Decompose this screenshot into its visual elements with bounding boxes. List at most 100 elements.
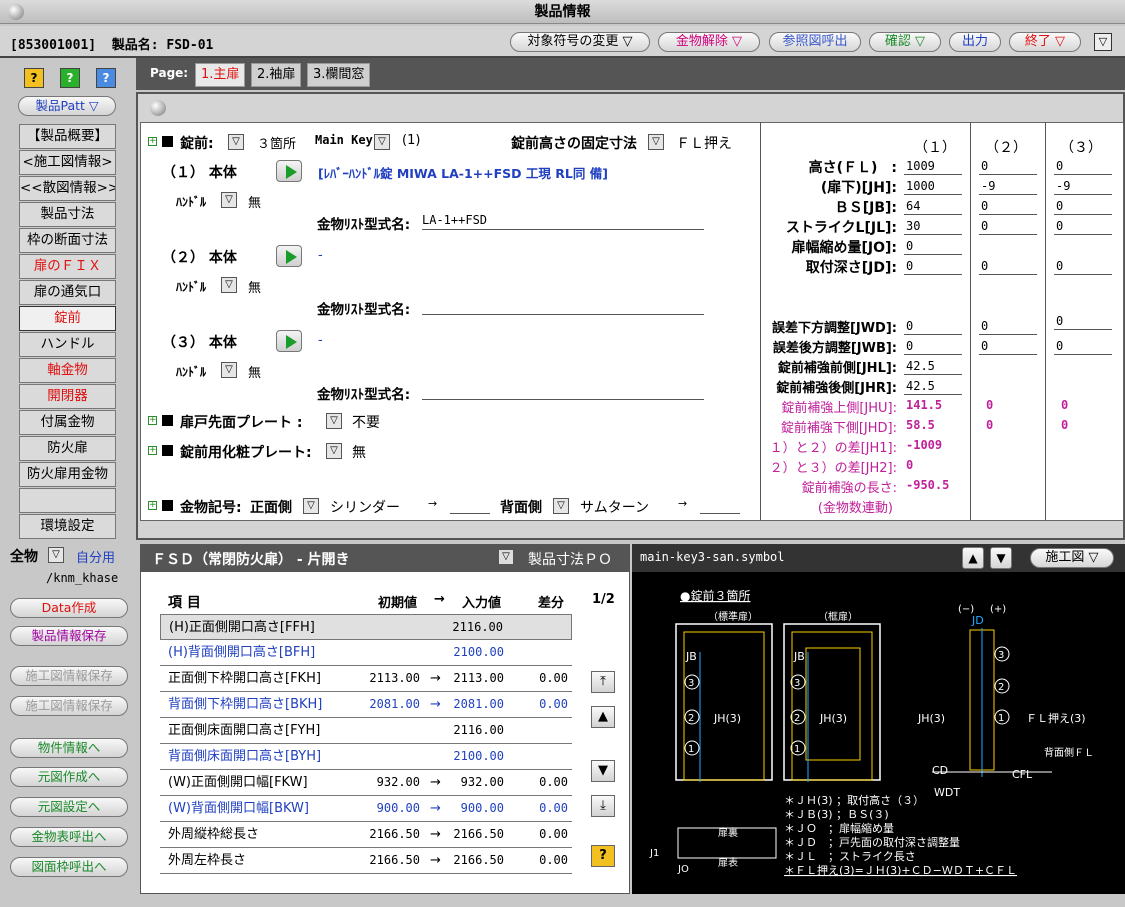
construction-drawing-dropdown[interactable]: 施工図 ▽: [1030, 548, 1114, 568]
tab-side-door[interactable]: 2.袖扉: [251, 63, 302, 87]
nav-hinge[interactable]: 軸金物: [19, 358, 116, 383]
table-row[interactable]: (W)背面側開口幅[BKW] 900.00 → 900.00 0.00: [160, 796, 572, 822]
expand-symbol-icon[interactable]: +: [148, 501, 157, 510]
release-hardware-button[interactable]: 金物解除 ▽: [658, 32, 760, 52]
jh-1[interactable]: 1000: [904, 178, 962, 195]
jhl-1[interactable]: 42.5: [904, 358, 962, 375]
body-3-play-button[interactable]: [276, 330, 302, 352]
lock-count-dropdown[interactable]: ▽: [228, 134, 244, 150]
data-create-button[interactable]: Data作成: [10, 598, 128, 618]
table-row[interactable]: 背面側下枠開口高さ[BKH] 2081.00 → 2081.00 0.00: [160, 692, 572, 718]
nav-product-dimensions[interactable]: 製品寸法: [19, 202, 116, 227]
product-dim-dropdown[interactable]: ▽: [498, 549, 514, 565]
scroll-down-icon[interactable]: ▼: [591, 760, 615, 782]
nav-empty[interactable]: [19, 488, 116, 513]
body-2-list-input[interactable]: [422, 298, 704, 315]
jl-2[interactable]: 0: [979, 218, 1037, 235]
window-menu-icon[interactable]: [8, 4, 24, 20]
scroll-up-icon[interactable]: ▲: [591, 706, 615, 728]
drawing-frame-button[interactable]: 図面枠呼出へ: [10, 857, 128, 877]
body-3-list-input[interactable]: [422, 383, 704, 400]
jd-1[interactable]: 0: [904, 258, 962, 275]
height-fl-1[interactable]: 1009: [904, 158, 962, 175]
table-row[interactable]: (W)正面側開口幅[FKW] 932.00 → 932.00 0.00: [160, 770, 572, 796]
create-original-drawing-button[interactable]: 元図作成へ: [10, 767, 128, 787]
jb-2[interactable]: 0: [979, 198, 1037, 215]
nav-construction-info[interactable]: <施工図情報>: [19, 150, 116, 175]
jh-2[interactable]: -9: [979, 178, 1037, 195]
expand-plate2-icon[interactable]: +: [148, 446, 157, 455]
symbol-up-button[interactable]: ▲: [962, 547, 984, 569]
back-side-dropdown[interactable]: ▽: [553, 498, 569, 514]
table-row[interactable]: 正面側床面開口高さ[FYH] 2116.00: [160, 718, 572, 744]
body-3-handle-dropdown[interactable]: ▽: [221, 362, 237, 378]
plate2-dropdown[interactable]: ▽: [326, 443, 342, 459]
confirm-button[interactable]: 確認 ▽: [869, 32, 941, 52]
nav-door-fix[interactable]: 扉のＦＩＸ: [19, 254, 116, 279]
height-fl-3[interactable]: 0: [1054, 158, 1112, 175]
help-icon[interactable]: ?: [24, 68, 44, 88]
jhr-1[interactable]: 42.5: [904, 378, 962, 395]
original-drawing-settings-button[interactable]: 元図設定へ: [10, 797, 128, 817]
back-code-input[interactable]: [700, 498, 740, 514]
symbol-down-button[interactable]: ▼: [990, 547, 1012, 569]
jwd-3[interactable]: 0: [1054, 313, 1112, 330]
output-button[interactable]: 出力: [949, 32, 1001, 52]
jwd-1[interactable]: 0: [904, 318, 962, 335]
tab-main-door[interactable]: 1.主扉: [195, 63, 246, 87]
body-1-handle-dropdown[interactable]: ▽: [221, 192, 237, 208]
nav-frame-section[interactable]: 枠の断面寸法: [19, 228, 116, 253]
nav-fire-door-hardware[interactable]: 防火扉用金物: [19, 462, 116, 487]
jl-1[interactable]: 30: [904, 218, 962, 235]
hardware-table-button[interactable]: 金物表呼出へ: [10, 827, 128, 847]
save-construction-info-button-2[interactable]: 施工図情報保存: [10, 696, 128, 716]
front-code-input[interactable]: [450, 498, 490, 514]
nav-scatter-info[interactable]: <<散図情報>>: [19, 176, 116, 201]
table-row[interactable]: 外周左枠長さ 2166.50 → 2166.50 0.00: [160, 848, 572, 874]
front-side-dropdown[interactable]: ▽: [303, 498, 319, 514]
panel-menu-icon[interactable]: [150, 100, 166, 116]
jwb-1[interactable]: 0: [904, 338, 962, 355]
body-1-list-input[interactable]: LA-1++FSD: [422, 213, 704, 230]
table-row[interactable]: 正面側下枠開口高さ[FKH] 2113.00 → 2113.00 0.00: [160, 666, 572, 692]
fixed-height-dropdown[interactable]: ▽: [648, 134, 664, 150]
body-1-play-button[interactable]: [276, 160, 302, 182]
plate1-dropdown[interactable]: ▽: [326, 413, 342, 429]
reference-drawing-button[interactable]: 参照図呼出: [769, 32, 861, 52]
body-2-handle-dropdown[interactable]: ▽: [221, 277, 237, 293]
nav-environment-settings[interactable]: 環境設定: [19, 514, 116, 539]
hardware-mode-dropdown[interactable]: ▽: [48, 547, 64, 563]
scroll-bottom-icon[interactable]: ⤓: [591, 795, 615, 817]
tab-transom[interactable]: 3.欄間窓: [307, 63, 371, 87]
nav-product-overview[interactable]: 【製品概要】: [19, 124, 116, 149]
product-pattern-dropdown[interactable]: 製品Patt ▽: [18, 96, 116, 116]
exit-button[interactable]: 終了 ▽: [1009, 32, 1081, 52]
save-construction-info-button-1[interactable]: 施工図情報保存: [10, 666, 128, 686]
table-row[interactable]: 外周縦枠総長さ 2166.50 → 2166.50 0.00: [160, 822, 572, 848]
jwb-2[interactable]: 0: [979, 338, 1037, 355]
jwb-3[interactable]: 0: [1054, 338, 1112, 355]
jb-3[interactable]: 0: [1054, 198, 1112, 215]
save-product-info-button[interactable]: 製品情報保存: [10, 626, 128, 646]
nav-accessories[interactable]: 付属金物: [19, 410, 116, 435]
height-fl-2[interactable]: 0: [979, 158, 1037, 175]
help-blue-icon[interactable]: ?: [96, 68, 116, 88]
jl-3[interactable]: 0: [1054, 218, 1112, 235]
table-row[interactable]: (H)背面側開口高さ[BFH] 2100.00: [160, 640, 572, 666]
main-key-dropdown[interactable]: ▽: [374, 134, 390, 150]
nav-lock[interactable]: 錠前: [19, 306, 116, 331]
body-2-play-button[interactable]: [276, 245, 302, 267]
table-row[interactable]: (H)正面側開口高さ[FFH] 2116.00: [160, 614, 572, 640]
help-green-icon[interactable]: ?: [60, 68, 80, 88]
change-target-button[interactable]: 対象符号の変更 ▽: [510, 32, 650, 52]
property-info-button[interactable]: 物件情報へ: [10, 738, 128, 758]
header-menu-button[interactable]: ▽: [1094, 33, 1112, 51]
expand-plate1-icon[interactable]: +: [148, 416, 157, 425]
nav-closer[interactable]: 開閉器: [19, 384, 116, 409]
jb-1[interactable]: 64: [904, 198, 962, 215]
nav-fire-door[interactable]: 防火扉: [19, 436, 116, 461]
help-icon[interactable]: ?: [591, 845, 615, 867]
jwd-2[interactable]: 0: [979, 318, 1037, 335]
jd-2[interactable]: 0: [979, 258, 1037, 275]
scroll-top-icon[interactable]: ⤒: [591, 671, 615, 693]
